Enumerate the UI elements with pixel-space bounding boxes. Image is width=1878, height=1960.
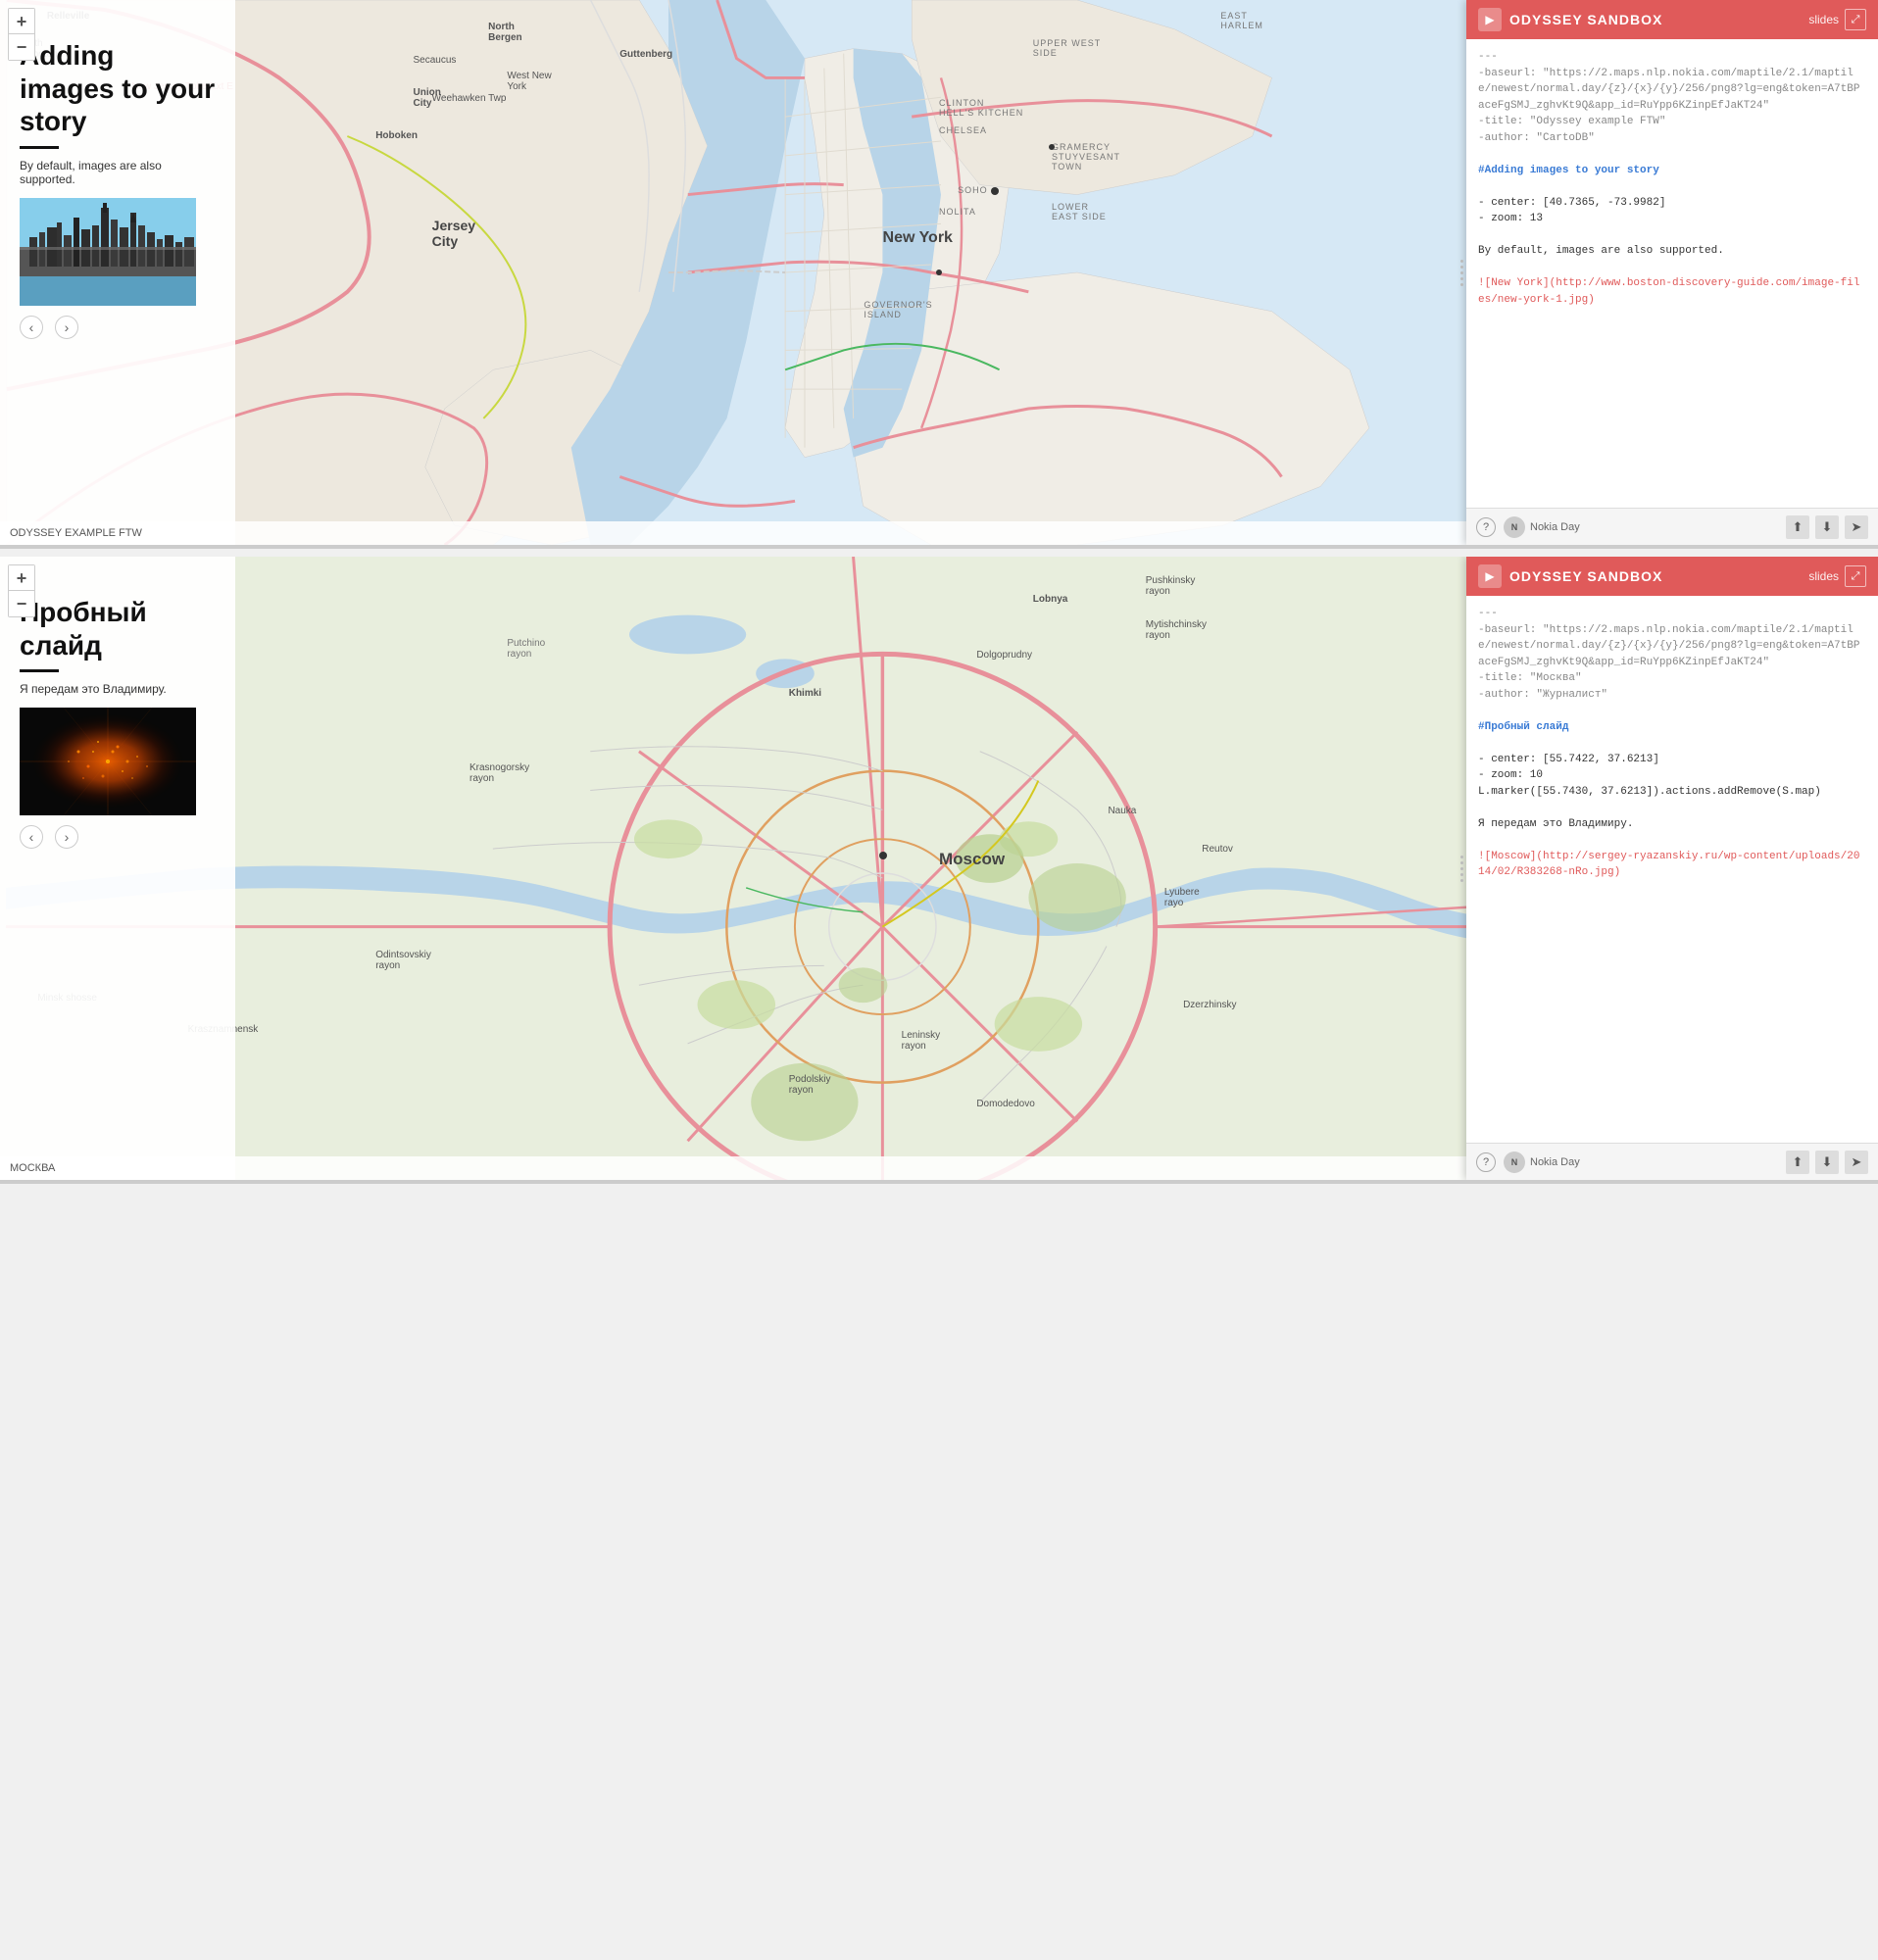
zoom-controls-nyc: + −: [8, 8, 35, 61]
story-divider-nyc: [20, 146, 59, 149]
editor-title: ODYSSEY SANDBOX: [1509, 12, 1662, 27]
slides-count-label: slides: [1808, 13, 1839, 26]
nokia-info: N Nokia Day: [1504, 516, 1778, 538]
next-slide-button-moscow[interactable]: ›: [55, 825, 78, 849]
editor-drag-handle[interactable]: [1458, 0, 1466, 545]
footer-actions: ⬆ ⬇ ➤: [1786, 515, 1868, 539]
zoom-in-button[interactable]: +: [9, 9, 34, 34]
editor-play-icon[interactable]: ▶: [1478, 8, 1502, 31]
upload-button[interactable]: ⬆: [1786, 515, 1809, 539]
editor-panel-nyc: ▶ ODYSSEY SANDBOX slides ⤢ --- -baseurl:…: [1466, 0, 1878, 545]
screen-nyc: Relleville NorthArlington NorthBergen Gu…: [0, 0, 1878, 549]
nokia-icon-moscow: N: [1504, 1152, 1525, 1173]
expand-button-moscow[interactable]: ⤢: [1845, 565, 1866, 587]
story-desc-moscow: Я передам это Владимиру.: [20, 682, 216, 696]
editor-drag-handle-moscow[interactable]: [1458, 557, 1466, 1180]
nokia-icon: N: [1504, 516, 1525, 538]
expand-button[interactable]: ⤢: [1845, 9, 1866, 30]
editor-footer-moscow: ? N Nokia Day ⬆ ⬇ ➤: [1466, 1143, 1878, 1180]
nyc-skyline-svg: [20, 198, 196, 306]
share-button[interactable]: ➤: [1845, 515, 1868, 539]
nokia-label: Nokia Day: [1530, 521, 1580, 533]
slide-nav-nyc: ‹ ›: [20, 316, 216, 339]
nokia-label-moscow: Nokia Day: [1530, 1156, 1580, 1168]
editor-header-right: slides ⤢: [1808, 9, 1866, 30]
download-button-moscow[interactable]: ⬇: [1815, 1151, 1839, 1174]
story-panel-nyc: Adding images to your story By default, …: [0, 0, 235, 545]
editor-header-moscow: ▶ ODYSSEY SANDBOX slides ⤢: [1466, 557, 1878, 596]
prev-slide-button-moscow[interactable]: ‹: [20, 825, 43, 849]
upload-button-moscow[interactable]: ⬆: [1786, 1151, 1809, 1174]
editor-header-right-moscow: slides ⤢: [1808, 565, 1866, 587]
next-slide-button[interactable]: ›: [55, 316, 78, 339]
story-desc-nyc: By default, images are also supported.: [20, 159, 216, 186]
editor-footer-nyc: ? N Nokia Day ⬆ ⬇ ➤: [1466, 508, 1878, 545]
editor-header-left: ▶ ODYSSEY SANDBOX: [1478, 8, 1662, 31]
download-button[interactable]: ⬇: [1815, 515, 1839, 539]
story-title-nyc: Adding images to your story: [20, 39, 216, 138]
nokia-info-moscow: N Nokia Day: [1504, 1152, 1778, 1173]
share-button-moscow[interactable]: ➤: [1845, 1151, 1868, 1174]
editor-header-left-moscow: ▶ ODYSSEY SANDBOX: [1478, 564, 1662, 588]
bottom-left-label: ODYSSEY EXAMPLE FTW: [10, 527, 142, 539]
story-title-moscow: Пробный слайд: [20, 596, 216, 662]
editor-panel-moscow: ▶ ODYSSEY SANDBOX slides ⤢ --- -baseurl:…: [1466, 557, 1878, 1180]
help-button[interactable]: ?: [1476, 517, 1496, 537]
editor-body-nyc[interactable]: --- -baseurl: "https://2.maps.nlp.nokia.…: [1466, 39, 1878, 508]
map-marker-2: [1049, 144, 1055, 150]
story-divider-moscow: [20, 669, 59, 672]
story-panel-moscow: Пробный слайд Я передам это Владимиру.: [0, 557, 235, 1180]
bottom-left-label-moscow: МОСКВА: [10, 1162, 55, 1174]
moscow-lights-svg: [20, 708, 196, 815]
zoom-out-button-moscow[interactable]: −: [9, 591, 34, 616]
footer-actions-moscow: ⬆ ⬇ ➤: [1786, 1151, 1868, 1174]
editor-title-moscow: ODYSSEY SANDBOX: [1509, 568, 1662, 584]
zoom-out-button[interactable]: −: [9, 34, 34, 60]
editor-play-icon-moscow[interactable]: ▶: [1478, 564, 1502, 588]
zoom-controls-moscow: + −: [8, 564, 35, 617]
map-marker-1: [991, 187, 999, 195]
editor-body-moscow[interactable]: --- -baseurl: "https://2.maps.nlp.nokia.…: [1466, 596, 1878, 1143]
story-image-nyc: [20, 198, 196, 306]
map-marker-3: [936, 270, 942, 275]
zoom-in-button-moscow[interactable]: +: [9, 565, 34, 591]
map-marker-moscow: [879, 852, 887, 859]
slide-nav-moscow: ‹ ›: [20, 825, 216, 849]
slides-count-label-moscow: slides: [1808, 569, 1839, 583]
prev-slide-button[interactable]: ‹: [20, 316, 43, 339]
help-button-moscow[interactable]: ?: [1476, 1152, 1496, 1172]
story-image-moscow: [20, 708, 196, 815]
editor-header-nyc: ▶ ODYSSEY SANDBOX slides ⤢: [1466, 0, 1878, 39]
screen-moscow: Lobnya Pushkinskyrayon Dolgoprudny Mytis…: [0, 557, 1878, 1184]
